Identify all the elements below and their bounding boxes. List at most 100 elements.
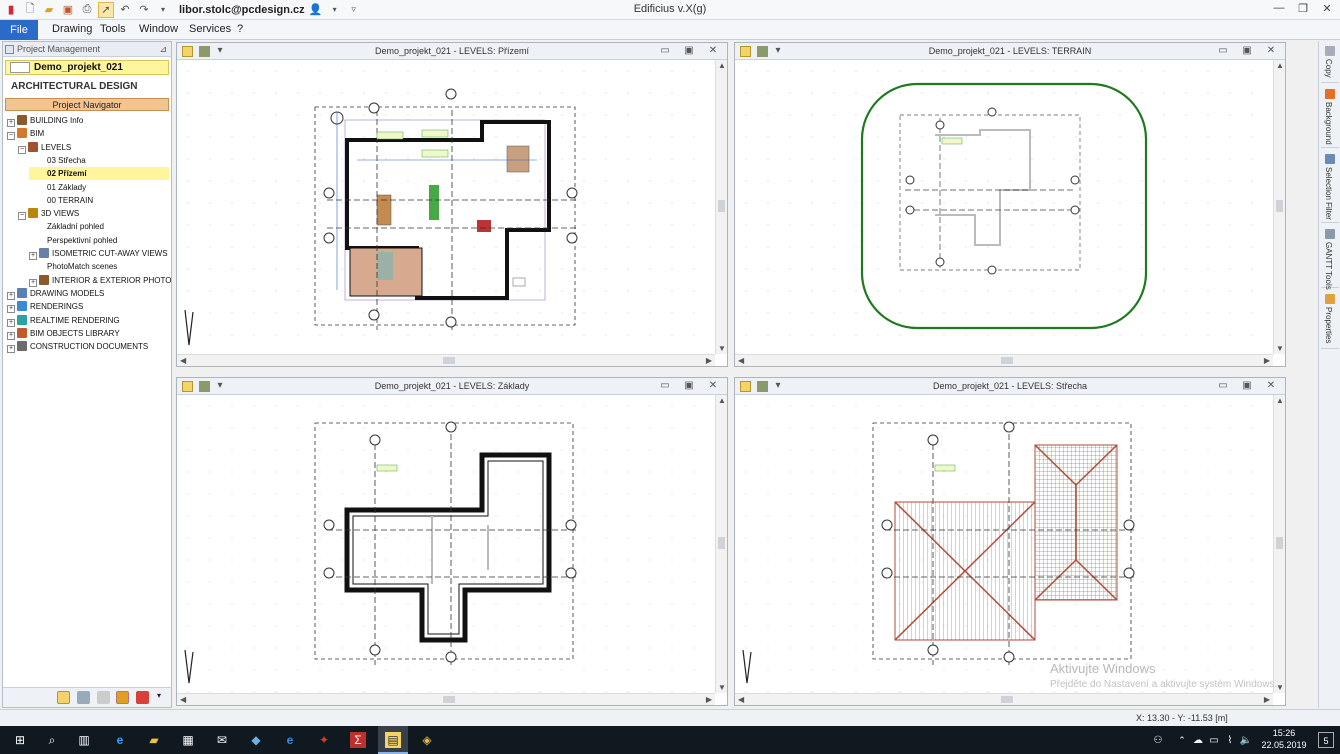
tree-item[interactable]: + BUILDING Info (7, 114, 169, 127)
tree-expander-icon[interactable]: − (7, 132, 15, 141)
list-icon[interactable] (97, 691, 110, 704)
viewport-maximize-button[interactable]: ▣ (683, 380, 695, 391)
tree-expander-icon[interactable]: − (18, 212, 26, 221)
app-icon-yellow[interactable]: ◈ (419, 732, 435, 748)
edge-browser-icon[interactable]: e (112, 732, 128, 748)
print-icon[interactable]: ⎙ (79, 2, 95, 18)
new-file-icon[interactable]: 🗋 (22, 2, 38, 18)
tree-item[interactable]: + CONSTRUCTION DOCUMENTS (7, 340, 169, 354)
tab-gantt-tools[interactable]: GANTT Tools (1321, 226, 1339, 290)
tree-expander-icon[interactable]: + (7, 291, 15, 300)
tree-item[interactable]: 03 Střecha (29, 154, 169, 167)
tree-item[interactable]: + DRAWING MODELS (7, 287, 169, 300)
project-name[interactable]: Demo_projekt_021 (5, 60, 169, 75)
horizontal-scrollbar[interactable]: ◀ ▶ (177, 693, 715, 705)
tree-expander-icon[interactable]: + (7, 345, 15, 354)
horizontal-scrollbar[interactable]: ◀ ▶ (735, 354, 1273, 366)
tab-copy[interactable]: Copy (1321, 43, 1339, 83)
menu-window[interactable]: Window (139, 23, 178, 35)
open-folder-icon[interactable]: ▰ (41, 2, 57, 18)
windows-start-icon[interactable]: ⊞ (12, 732, 28, 748)
vertical-scrollbar[interactable]: ▲ ▼ (1273, 395, 1285, 693)
viewport-minimize-button[interactable]: ▭ (1217, 45, 1229, 56)
tree-item[interactable]: PhotoMatch scenes (29, 260, 169, 273)
tree-item[interactable]: + ISOMETRIC CUT-AWAY VIEWS (29, 247, 169, 260)
edificius-app-icon[interactable]: ▤ (385, 732, 401, 748)
menu-help[interactable]: ? (237, 23, 243, 35)
tree-item[interactable]: Základní pohled (29, 220, 169, 233)
clock-date[interactable]: 22.05.2019 (1256, 740, 1312, 750)
people-icon[interactable]: ⚇ (1150, 732, 1166, 748)
menu-tools[interactable]: Tools (100, 23, 126, 35)
tree-item[interactable]: − 3D VIEWS (18, 207, 169, 221)
close-button[interactable]: ✕ (1314, 2, 1340, 18)
properties-icon[interactable] (116, 691, 129, 704)
task-view-icon[interactable]: ▥ (76, 732, 92, 748)
levels-icon[interactable] (57, 691, 70, 704)
layers-icon[interactable] (77, 691, 90, 704)
viewport-close-button[interactable]: ✕ (707, 380, 719, 391)
viewport-maximize-button[interactable]: ▣ (1241, 380, 1253, 391)
onedrive-icon[interactable]: ☁ (1190, 732, 1206, 748)
tree-item[interactable]: + BIM OBJECTS LIBRARY (7, 327, 169, 340)
app-icon-blue[interactable]: ◆ (248, 732, 264, 748)
tree-expander-icon[interactable]: + (29, 278, 37, 287)
tree-item[interactable]: + RENDERINGS (7, 300, 169, 314)
drawing-canvas[interactable] (735, 60, 1273, 354)
search-icon[interactable]: ⌕ (44, 732, 60, 748)
user-icon[interactable]: 👤 (308, 2, 324, 18)
project-navigator-button[interactable]: Project Navigator (5, 98, 169, 111)
menu-drawing[interactable]: Drawing (52, 23, 92, 35)
qat-dropdown-icon[interactable]: ▾ (155, 2, 171, 18)
drawing-canvas[interactable] (735, 395, 1273, 693)
viewport-minimize-button[interactable]: ▭ (659, 45, 671, 56)
user-dropdown-icon[interactable]: ▾ (327, 2, 343, 18)
tree-item[interactable]: 00 TERRAIN (29, 194, 169, 207)
menu-services[interactable]: Services (189, 23, 231, 35)
toolbar-dropdown-icon[interactable]: ▾ (157, 691, 161, 700)
clock-time[interactable]: 15:26 (1264, 728, 1304, 738)
horizontal-scrollbar[interactable]: ◀ ▶ (177, 354, 715, 366)
viewport-maximize-button[interactable]: ▣ (1241, 45, 1253, 56)
menu-file[interactable]: File (0, 20, 38, 40)
viewport-close-button[interactable]: ✕ (707, 45, 719, 56)
viewport-close-button[interactable]: ✕ (1265, 45, 1277, 56)
undo-icon[interactable]: ↶ (117, 2, 133, 18)
vertical-scrollbar[interactable]: ▲ ▼ (715, 60, 727, 354)
tab-properties[interactable]: Properties (1321, 291, 1339, 349)
viewport-maximize-button[interactable]: ▣ (683, 45, 695, 56)
mail-icon[interactable]: ✉ (214, 732, 230, 748)
internet-explorer-icon[interactable]: e (282, 732, 298, 748)
save-icon[interactable]: ▣ (60, 2, 76, 18)
tree-item[interactable]: 01 Základy (29, 181, 169, 194)
viewport-minimize-button[interactable]: ▭ (1217, 380, 1229, 391)
drawing-canvas[interactable] (177, 60, 715, 354)
tree-expander-icon[interactable]: + (7, 305, 15, 314)
tree-item[interactable]: Perspektivní pohled (29, 234, 169, 247)
file-explorer-icon[interactable]: ▰ (146, 732, 162, 748)
vertical-scrollbar[interactable]: ▲ ▼ (715, 395, 727, 693)
tree-expander-icon[interactable]: + (7, 318, 15, 327)
pin-icon[interactable]: ⊿ (159, 42, 167, 57)
tree-expander-icon[interactable]: − (18, 145, 26, 154)
tray-up-icon[interactable]: ⌃ (1174, 732, 1190, 748)
tree-item[interactable]: + REALTIME RENDERING (7, 314, 169, 327)
minimize-button[interactable]: — (1266, 2, 1292, 18)
battery-icon[interactable]: ▭ (1206, 732, 1222, 748)
viewport-minimize-button[interactable]: ▭ (659, 380, 671, 391)
store-icon[interactable]: ▦ (180, 732, 196, 748)
objects-icon[interactable] (136, 691, 149, 704)
tree-item[interactable]: + INTERIOR & EXTERIOR PHOTO (29, 274, 171, 287)
customize-toolbar-icon[interactable]: ▿ (346, 2, 362, 18)
select-pointer-icon[interactable]: ➚ (98, 1, 114, 18)
tree-expander-icon[interactable]: + (29, 252, 37, 260)
network-icon[interactable]: ⌇ (1222, 732, 1238, 748)
restore-button[interactable]: ❐ (1290, 2, 1316, 18)
drawing-canvas[interactable] (177, 395, 715, 693)
redo-icon[interactable]: ↷ (136, 2, 152, 18)
notification-center-icon[interactable]: 5 (1318, 732, 1334, 748)
app-icon-red[interactable]: ✦ (316, 732, 332, 748)
tree-expander-icon[interactable]: + (7, 331, 15, 340)
vertical-scrollbar[interactable]: ▲ ▼ (1273, 60, 1285, 354)
horizontal-scrollbar[interactable]: ◀ ▶ (735, 693, 1273, 705)
